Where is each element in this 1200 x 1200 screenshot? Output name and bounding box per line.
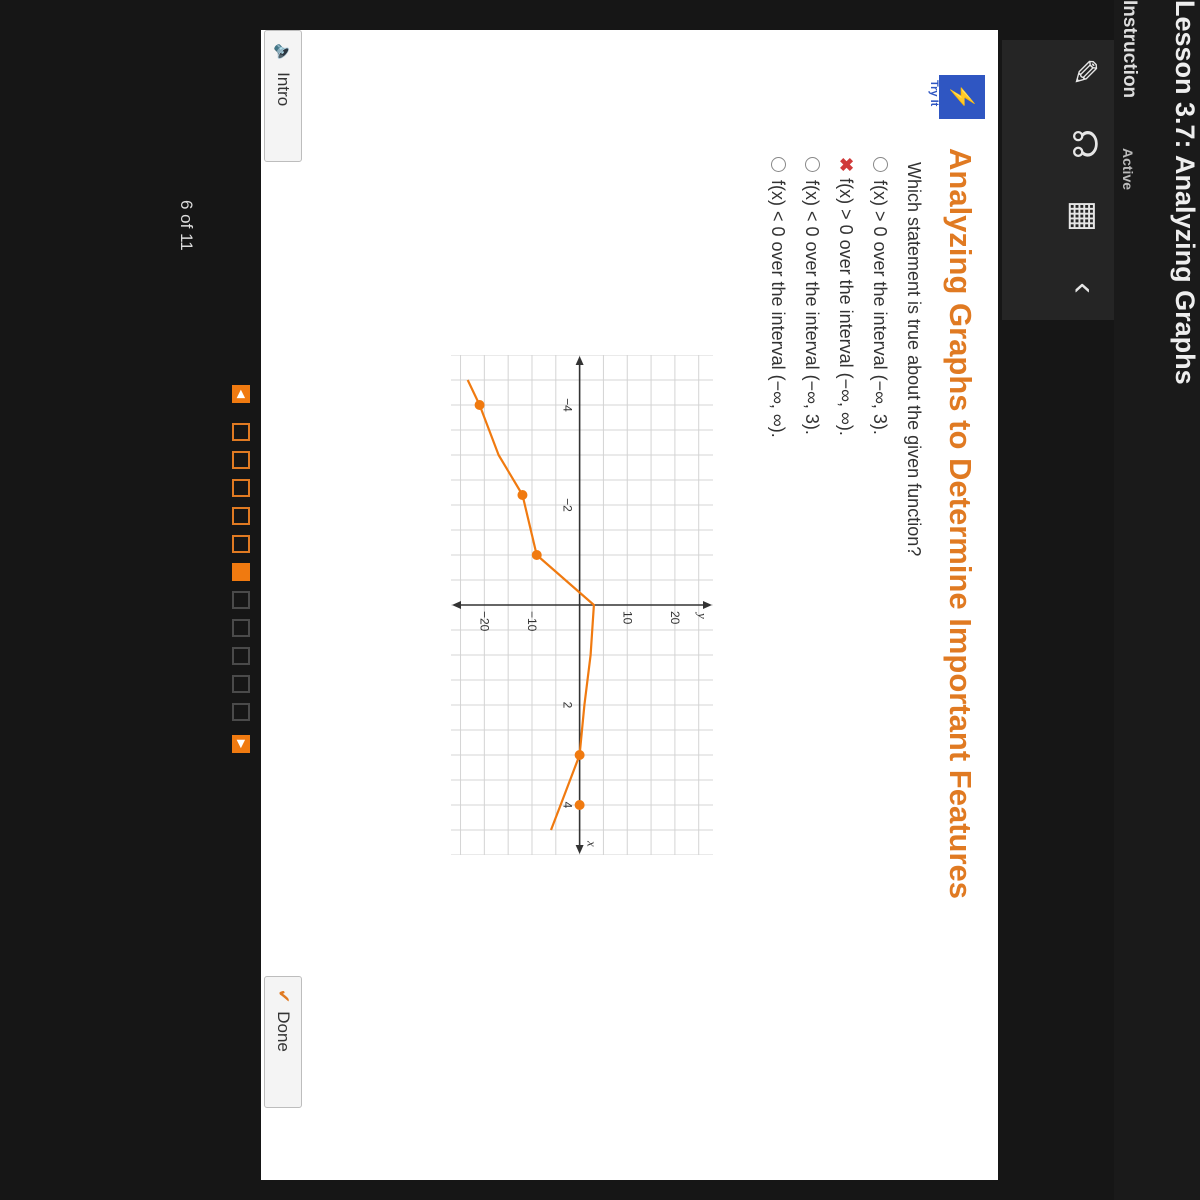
collapse-chevron-icon[interactable]: ‹ xyxy=(1062,266,1106,310)
tool-bar: ✎ ☊ ▦ ‹ xyxy=(1002,40,1114,320)
lesson-status: Active xyxy=(1120,148,1136,191)
x-tick-label: 4 xyxy=(561,802,575,809)
incorrect-x-icon: ✖ xyxy=(836,157,856,173)
page-box[interactable] xyxy=(232,423,250,441)
key-point xyxy=(517,490,528,500)
page-box[interactable] xyxy=(232,619,250,637)
key-point xyxy=(531,550,542,560)
next-page-arrow-icon[interactable]: ▶ xyxy=(232,735,250,753)
answer-option-text: f(x) < 0 over the interval (−∞, 3). xyxy=(802,180,822,435)
page-box[interactable] xyxy=(232,563,250,581)
x-tick-label: −2 xyxy=(561,498,575,512)
function-graph: −4 −2 2 4 −20 −10 10 20 x y xyxy=(451,355,713,855)
pencil-icon[interactable]: ✎ xyxy=(1062,50,1106,94)
x-axis-arrow-right xyxy=(575,845,584,854)
page-box[interactable] xyxy=(232,647,250,665)
y-axis-arrow-bottom xyxy=(452,601,461,609)
answer-option-text: f(x) > 0 over the interval (−∞, ∞). xyxy=(836,178,856,436)
intro-button[interactable]: 🔈 Intro xyxy=(264,30,302,162)
x-axis-arrow-left xyxy=(575,356,584,365)
question-text: Which statement is true about the given … xyxy=(904,162,924,557)
radio-button-icon[interactable] xyxy=(805,157,820,172)
answer-option-text: f(x) > 0 over the interval (−∞, 3). xyxy=(870,180,890,435)
y-tick-label: −20 xyxy=(477,611,491,632)
headphones-icon[interactable]: ☊ xyxy=(1062,122,1106,166)
lesson-header: Lesson 3.7: Analyzing Graphs Instruction… xyxy=(1114,0,1200,1200)
speaker-icon: 🔈 xyxy=(274,43,293,65)
radio-button-icon[interactable] xyxy=(873,157,888,172)
key-point xyxy=(474,400,485,410)
done-button[interactable]: ✔ Done xyxy=(264,976,302,1108)
y-tick-label: 20 xyxy=(668,611,682,625)
answer-option-1[interactable]: f(x) > 0 over the interval (−∞, 3). xyxy=(869,157,890,435)
lesson-mode: Instruction xyxy=(1119,0,1140,99)
y-axis-arrow-top xyxy=(703,601,712,609)
y-tick-label: 10 xyxy=(620,611,634,625)
calculator-icon[interactable]: ▦ xyxy=(1062,194,1106,238)
page-box[interactable] xyxy=(232,479,250,497)
x-axis-label: x xyxy=(585,840,600,847)
checkmark-icon: ✔ xyxy=(274,989,293,1004)
page-counter: 6 of 11 xyxy=(177,200,196,251)
prev-page-arrow-icon[interactable]: ◀ xyxy=(232,385,250,403)
try-it-label: Try It xyxy=(928,80,940,107)
page-box[interactable] xyxy=(232,535,250,553)
screen: Lesson 3.7: Analyzing Graphs Instruction… xyxy=(0,0,1200,1200)
intro-label: Intro xyxy=(274,72,293,107)
x-tick-label: −4 xyxy=(561,398,575,412)
page-heading: Analyzing Graphs to Determine Important … xyxy=(943,148,978,900)
try-it-icon: ⚡ xyxy=(939,75,985,119)
y-tick-label: −10 xyxy=(525,611,539,632)
answer-option-4[interactable]: f(x) < 0 over the interval (−∞, ∞). xyxy=(767,157,788,438)
x-tick-label: 2 xyxy=(561,702,575,709)
answer-option-3[interactable]: f(x) < 0 over the interval (−∞, 3). xyxy=(801,157,822,435)
page-box[interactable] xyxy=(232,591,250,609)
page-box[interactable] xyxy=(232,451,250,469)
answer-option-text: f(x) < 0 over the interval (−∞, ∞). xyxy=(768,180,788,438)
page-box[interactable] xyxy=(232,675,250,693)
page-box[interactable] xyxy=(232,507,250,525)
answer-option-2[interactable]: ✖ f(x) > 0 over the interval (−∞, ∞). xyxy=(835,157,856,436)
content-panel: ⚡ Try It Analyzing Graphs to Determine I… xyxy=(261,30,998,1180)
key-point xyxy=(574,800,585,810)
lesson-title: Lesson 3.7: Analyzing Graphs xyxy=(1170,0,1200,385)
radio-button-icon[interactable] xyxy=(771,157,786,172)
y-axis-label: y xyxy=(695,611,710,619)
page-box[interactable] xyxy=(232,703,250,721)
key-point xyxy=(574,750,585,760)
done-label: Done xyxy=(274,1011,293,1052)
